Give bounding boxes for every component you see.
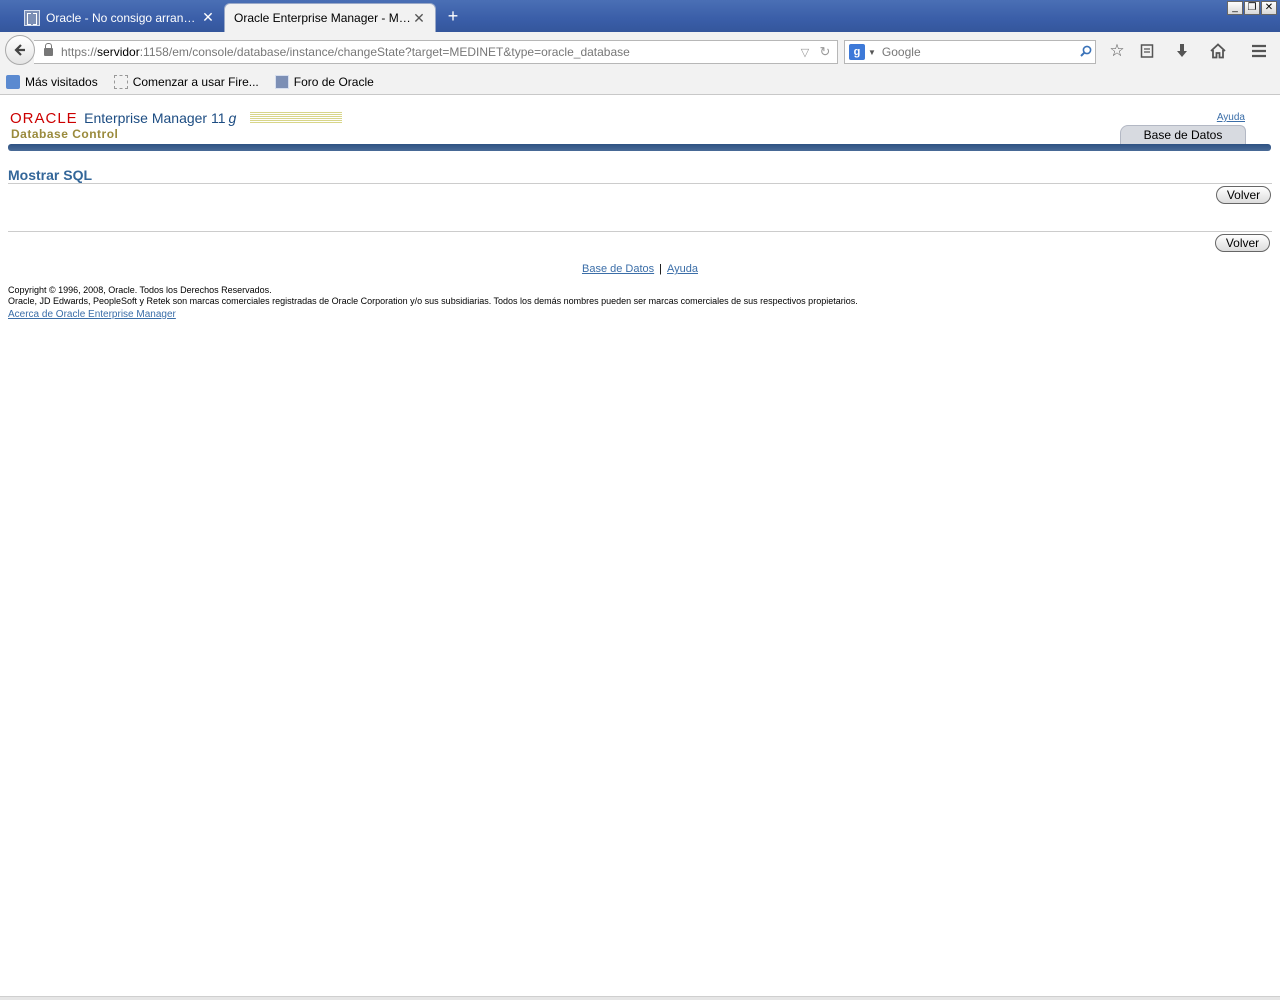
product-subtitle: Database Control [11, 127, 119, 141]
tab-label: Oracle Enterprise Manager - Mostr... [234, 11, 411, 25]
volver-button-bottom[interactable]: Volver [1215, 234, 1270, 252]
bookmarks-toolbar: Más visitados Comenzar a usar Fire... Fo… [0, 69, 1280, 95]
search-engine-dropdown-icon[interactable]: ▼ [868, 48, 876, 57]
url-text[interactable]: https://servidor:1158/em/console/databas… [61, 45, 797, 59]
address-bar[interactable]: https://servidor:1158/em/console/databas… [34, 40, 838, 64]
bookmarks-menu-icon[interactable] [1136, 40, 1158, 62]
content-divider [8, 231, 1272, 232]
visited-icon [6, 74, 20, 89]
url-path: :1158/em/console/database/instance/chang… [139, 45, 630, 59]
search-icon[interactable] [1077, 45, 1095, 60]
search-input[interactable]: Google [882, 45, 1077, 59]
downloads-icon[interactable] [1171, 40, 1193, 62]
window-controls: _ ❐ ✕ [1227, 1, 1277, 15]
help-link[interactable]: Ayuda [1217, 112, 1245, 123]
title-divider [8, 183, 1272, 184]
tab-oracle-forum[interactable]: Oracle - No consigo arrancar ... ✕ [14, 3, 224, 32]
url-prefix: https:// [61, 45, 98, 59]
minimize-button[interactable]: _ [1227, 1, 1243, 15]
oracle-logo-text: ORACLE [10, 110, 78, 127]
bookmark-comenzar[interactable]: Comenzar a usar Fire... [108, 74, 259, 89]
tab-enterprise-manager[interactable]: Oracle Enterprise Manager - Mostr... ✕ [224, 3, 436, 32]
page-title: Mostrar SQL [8, 167, 93, 183]
back-arrow-icon [14, 44, 25, 56]
tab-base-de-datos[interactable]: Base de Datos [1120, 125, 1246, 145]
bookmark-mas-visitados[interactable]: Más visitados [0, 74, 98, 89]
url-host: servidor [97, 45, 140, 59]
footer-link-ayuda[interactable]: Ayuda [667, 263, 698, 275]
new-tab-button[interactable]: + [444, 6, 462, 26]
dropdown-history-icon[interactable]: ▽ [797, 46, 813, 59]
browser-titlebar: Oracle - No consigo arrancar ... ✕ Oracl… [0, 0, 1280, 32]
home-icon[interactable] [1207, 40, 1229, 62]
footer-link-base-de-datos[interactable]: Base de Datos [582, 263, 654, 275]
oracle-em-logo: ORACLE Enterprise Manager 11 g [10, 110, 236, 128]
oracle-favicon-icon [274, 74, 289, 89]
google-icon[interactable]: g [849, 44, 865, 60]
close-window-button[interactable]: ✕ [1261, 1, 1277, 15]
copyright-line: Copyright © 1996, 2008, Oracle. Todos lo… [8, 285, 272, 295]
close-tab-icon[interactable]: ✕ [200, 9, 216, 26]
volver-button-top[interactable]: Volver [1216, 186, 1271, 204]
restore-button[interactable]: ❐ [1244, 1, 1260, 15]
navigation-toolbar: https://servidor:1158/em/console/databas… [0, 32, 1280, 69]
lock-icon [44, 43, 53, 56]
trademark-line: Oracle, JD Edwards, PeopleSoft y Retek s… [8, 296, 858, 306]
search-bar[interactable]: g ▼ Google [844, 40, 1096, 64]
bookmark-star-icon[interactable]: ☆ [1106, 40, 1128, 62]
oracle-favicon-icon [24, 9, 40, 26]
product-g: g [228, 110, 237, 126]
back-button[interactable] [5, 35, 35, 65]
browser-status-strip [0, 996, 1280, 1000]
bookmark-label: Más visitados [25, 74, 98, 89]
tab-label: Oracle - No consigo arrancar ... [46, 10, 200, 25]
footer-links: Base de Datos | Ayuda [0, 263, 1280, 275]
about-oem-link[interactable]: Acerca de Oracle Enterprise Manager [8, 309, 176, 320]
bookmark-label: Foro de Oracle [293, 74, 374, 89]
close-tab-icon[interactable]: ✕ [411, 10, 427, 27]
bookmark-label: Comenzar a usar Fire... [132, 74, 259, 89]
menu-icon[interactable] [1248, 40, 1270, 62]
product-name: Enterprise Manager 11 [84, 110, 226, 126]
header-divider [8, 144, 1271, 151]
logo-stripes-decoration [250, 112, 342, 124]
bookmark-foro-oracle[interactable]: Foro de Oracle [269, 74, 374, 89]
copyright-notice: Copyright © 1996, 2008, Oracle. Todos lo… [8, 285, 858, 307]
footer-separator: | [659, 263, 662, 275]
reload-icon[interactable]: ↻ [817, 44, 833, 60]
blank-page-icon [113, 74, 128, 89]
